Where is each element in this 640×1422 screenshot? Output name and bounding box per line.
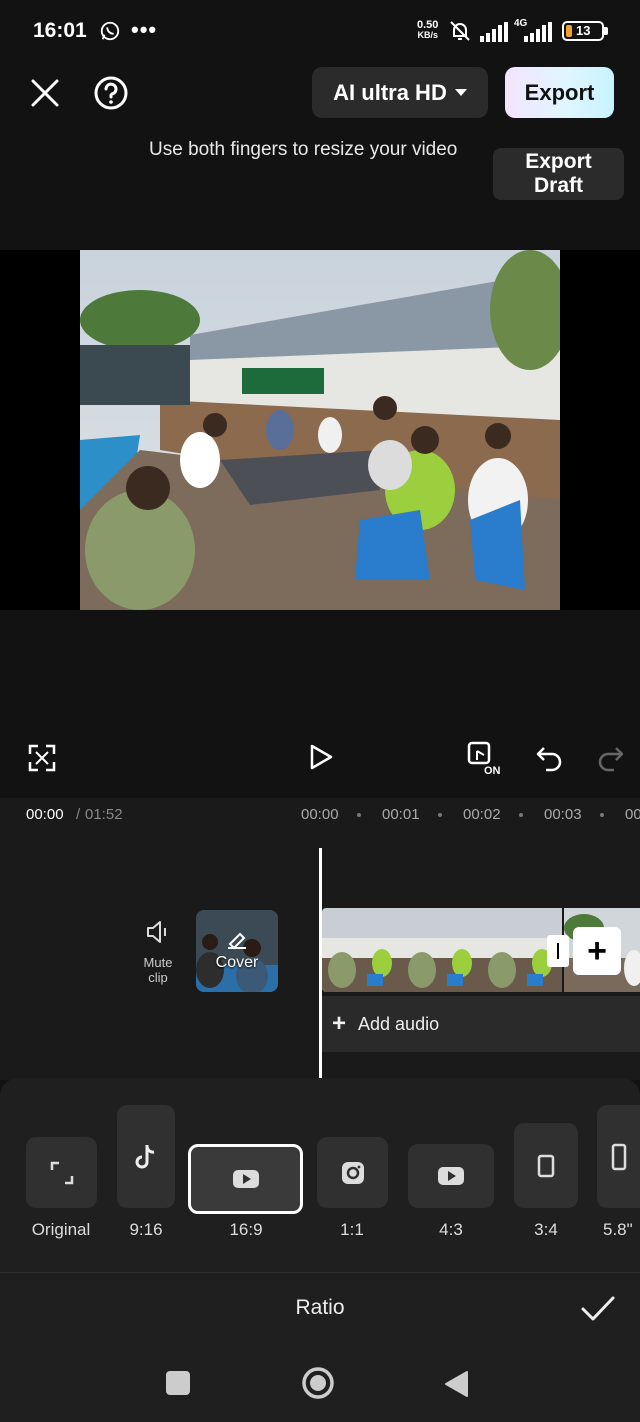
ratio-label: 9:16 bbox=[129, 1220, 163, 1239]
back-button[interactable] bbox=[443, 1370, 469, 1398]
ratio-box bbox=[26, 1137, 97, 1208]
clip-frame bbox=[402, 908, 482, 992]
ratio-box-selected bbox=[188, 1144, 303, 1214]
ratio-box bbox=[408, 1144, 494, 1208]
ratio-box bbox=[117, 1105, 175, 1208]
portrait-rect-icon bbox=[537, 1154, 555, 1177]
home-button[interactable] bbox=[301, 1366, 335, 1400]
ruler-tick: 00 bbox=[625, 806, 640, 823]
add-audio-label: Add audio bbox=[358, 1013, 440, 1034]
chevron-down-icon bbox=[454, 89, 467, 96]
whatsapp-icon bbox=[100, 21, 120, 41]
status-time: 16:01 bbox=[33, 19, 87, 42]
network-speed: 0.50 KB/s bbox=[417, 19, 439, 41]
ruler-tick: 00:03 bbox=[544, 806, 582, 823]
enhance-on-icon[interactable]: ON bbox=[466, 740, 504, 778]
ratio-label: 3:4 bbox=[534, 1220, 558, 1239]
mute-clip-button[interactable] bbox=[136, 918, 180, 951]
status-bar: 16:01 ••• 0.50 KB/s 4G 13 bbox=[0, 0, 640, 62]
signal-icon-2 bbox=[524, 22, 552, 42]
battery-icon: 13 bbox=[562, 21, 604, 41]
fullscreen-icon[interactable] bbox=[26, 742, 58, 774]
ratio-box bbox=[514, 1123, 578, 1208]
mute-clip-label: Mute clip bbox=[143, 955, 173, 985]
video-frame-image bbox=[80, 250, 560, 610]
ratio-label: 5.8" bbox=[603, 1220, 633, 1239]
export-draft-button[interactable]: Export Draft bbox=[493, 148, 624, 200]
more-notifications-icon: ••• bbox=[131, 17, 158, 42]
youtube-icon bbox=[438, 1167, 464, 1185]
add-clip-button[interactable]: + bbox=[573, 927, 621, 975]
ratio-box bbox=[597, 1105, 640, 1208]
phone-icon bbox=[611, 1143, 626, 1170]
quality-dropdown[interactable]: AI ultra HD bbox=[312, 67, 488, 118]
panel-divider bbox=[0, 1272, 640, 1273]
clip-frame bbox=[322, 908, 402, 992]
battery-tip bbox=[604, 27, 608, 35]
svg-text:ON: ON bbox=[484, 765, 501, 777]
tiktok-icon bbox=[135, 1144, 155, 1168]
resize-hint: Use both fingers to resize your video bbox=[149, 139, 458, 160]
signal-icon bbox=[480, 22, 508, 42]
undo-icon[interactable] bbox=[534, 742, 566, 774]
youtube-icon bbox=[232, 1170, 259, 1188]
transition-marker[interactable] bbox=[547, 935, 569, 967]
ruler-dot bbox=[438, 813, 442, 817]
ratio-label: 1:1 bbox=[340, 1220, 364, 1239]
export-button[interactable]: Export bbox=[505, 67, 614, 118]
ruler-tick: 00:01 bbox=[382, 806, 420, 823]
time-separator: / bbox=[76, 806, 81, 823]
play-icon[interactable] bbox=[304, 741, 336, 773]
ruler-tick: 00:02 bbox=[463, 806, 501, 823]
recent-apps-button[interactable] bbox=[166, 1371, 190, 1395]
ruler-tick: 00:00 bbox=[301, 806, 339, 823]
cover-label: Cover bbox=[215, 954, 259, 971]
expand-icon bbox=[50, 1161, 73, 1184]
ruler-dot bbox=[519, 813, 523, 817]
cover-button[interactable]: Cover bbox=[196, 910, 278, 992]
speaker-icon bbox=[147, 921, 166, 943]
help-icon[interactable] bbox=[93, 75, 129, 111]
redo-icon[interactable] bbox=[594, 742, 626, 774]
instagram-icon bbox=[341, 1161, 364, 1184]
ratio-box bbox=[317, 1137, 388, 1208]
close-icon[interactable] bbox=[28, 76, 62, 110]
ratio-label: 4:3 bbox=[439, 1220, 463, 1239]
plus-icon: + bbox=[332, 1010, 347, 1037]
total-time: 01:52 bbox=[85, 806, 123, 823]
ratio-label: Original bbox=[31, 1220, 91, 1239]
video-preview[interactable] bbox=[80, 250, 560, 610]
ratio-label: 16:9 bbox=[229, 1220, 263, 1239]
ruler-dot bbox=[357, 813, 361, 817]
ruler-dot bbox=[600, 813, 604, 817]
cover-thumbnail bbox=[196, 910, 278, 992]
checkmark-icon[interactable] bbox=[580, 1294, 616, 1324]
current-time: 00:00 bbox=[26, 806, 64, 823]
quality-label: AI ultra HD bbox=[333, 79, 447, 105]
bell-muted-icon bbox=[450, 21, 470, 41]
add-audio-button[interactable]: + Add audio bbox=[322, 996, 640, 1052]
panel-title: Ratio bbox=[295, 1296, 345, 1319]
